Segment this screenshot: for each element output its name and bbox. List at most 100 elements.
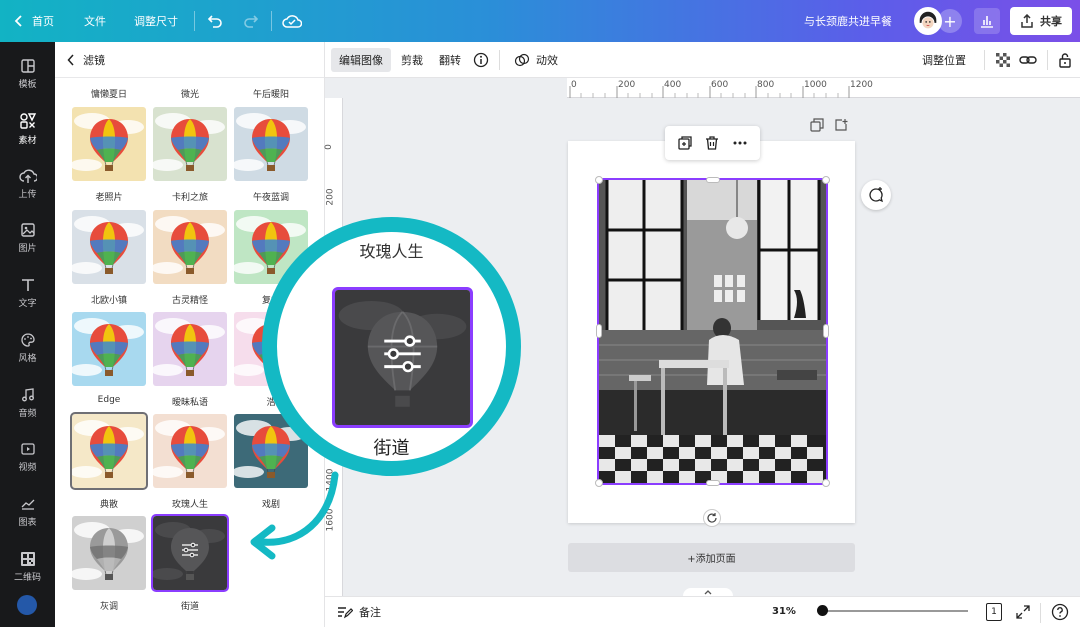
filter-label: 玫瑰人生 (171, 500, 208, 510)
magnified-filter-label-above: 玫瑰人生 (359, 242, 424, 261)
filter-item[interactable]: 老照片 (72, 107, 146, 203)
file-menu[interactable]: 文件 (74, 0, 116, 42)
text-icon (21, 279, 34, 291)
animate-button[interactable]: 动效 (506, 48, 566, 72)
filter-thumbnail[interactable] (151, 514, 229, 592)
redo-button[interactable] (237, 7, 265, 35)
nav-item-elements[interactable]: 素材 (0, 104, 55, 154)
user-avatar-icon (916, 9, 940, 33)
filter-thumbnail[interactable] (70, 412, 148, 490)
link-icon (1019, 56, 1037, 64)
filter-thumbnail[interactable] (153, 107, 227, 181)
resize-menu[interactable]: 调整尺寸 (124, 0, 188, 42)
cafe-photo[interactable] (597, 178, 828, 485)
resize-handle[interactable] (595, 176, 603, 184)
notes-button[interactable]: 备注 (337, 604, 381, 620)
balloon-image (153, 414, 227, 488)
filter-item[interactable]: 古灵精怪 (153, 210, 227, 306)
nav-item-photos[interactable]: 图片 (0, 213, 55, 263)
nav-item-charts[interactable]: 图表 (0, 487, 55, 537)
left-nav: 模板 素材 上传 图片 文字 风格 音频 视频 图表 二维码 (0, 42, 55, 627)
element-quick-actions (665, 126, 760, 160)
balloon-image (72, 210, 146, 284)
info-button[interactable] (469, 48, 493, 72)
resize-handle[interactable] (822, 176, 830, 184)
help-button[interactable] (1051, 603, 1069, 624)
filter-item[interactable]: 玫瑰人生 (153, 414, 227, 510)
position-button[interactable]: 调整位置 (914, 48, 974, 72)
page-count-button[interactable]: 1 (986, 603, 1002, 621)
add-page-icon[interactable] (834, 118, 848, 132)
resize-handle[interactable] (595, 479, 603, 487)
lock-button[interactable] (1054, 48, 1080, 72)
crop-button[interactable]: 剪裁 (393, 48, 431, 72)
nav-item-audio[interactable]: 音频 (0, 378, 55, 428)
filter-thumbnail[interactable] (72, 312, 146, 386)
zoom-level[interactable]: 31% (772, 606, 796, 617)
ruler-label: 0 (571, 80, 577, 90)
nav-label: 上传 (18, 190, 37, 200)
filter-thumbnail[interactable] (234, 107, 308, 181)
chart-icon (21, 499, 34, 510)
resize-handle[interactable] (706, 480, 720, 486)
nav-item-templates[interactable]: 模板 (0, 49, 55, 99)
nav-item-text[interactable]: 文字 (0, 268, 55, 318)
magic-comment-button[interactable] (861, 180, 891, 210)
trash-icon[interactable] (704, 135, 720, 151)
edit-image-button[interactable]: 编辑图像 (331, 47, 391, 72)
panel-header[interactable]: 滤镜 (55, 42, 324, 78)
notes-icon (338, 607, 353, 619)
duplicate-page-icon[interactable] (810, 118, 824, 132)
zoom-slider-handle[interactable] (817, 605, 828, 616)
filter-item[interactable]: 街道 (151, 514, 229, 612)
unlock-icon (1059, 53, 1071, 68)
resize-handle[interactable] (706, 177, 720, 183)
brand-avatar[interactable] (17, 595, 37, 615)
filter-item[interactable]: 卡利之旅 (153, 107, 227, 203)
filter-item[interactable]: 灰调 (72, 516, 146, 612)
balloon-image (153, 210, 227, 284)
filter-thumbnail[interactable] (153, 210, 227, 284)
add-page-button[interactable]: +添加页面 (568, 543, 855, 572)
fullscreen-button[interactable] (1015, 604, 1031, 623)
filter-label: 午后暖阳 (252, 90, 289, 100)
link-button[interactable] (1015, 48, 1041, 72)
filter-item[interactable]: 典散 (70, 412, 148, 510)
add-collaborator-button[interactable]: + (938, 9, 962, 33)
resize-handle[interactable] (822, 479, 830, 487)
resize-handle[interactable] (596, 324, 602, 338)
filter-item[interactable]: 暧昧私语 (153, 312, 227, 408)
nav-item-video[interactable]: 视频 (0, 432, 55, 482)
more-icon[interactable] (732, 135, 748, 151)
filter-thumbnail[interactable] (72, 516, 146, 590)
undo-button[interactable] (201, 7, 229, 35)
filter-item[interactable]: 北欧小镇 (72, 210, 146, 306)
zoom-slider-track[interactable] (822, 610, 968, 612)
filter-thumbnail[interactable] (153, 414, 227, 488)
plus-icon: + (943, 11, 957, 31)
flip-button[interactable]: 翻转 (431, 48, 469, 72)
filter-item[interactable]: 午夜蓝调 (234, 107, 308, 203)
magnified-filter-label: 街道 (373, 438, 410, 459)
resize-handle[interactable] (823, 324, 829, 338)
template-icon (20, 59, 35, 73)
filter-thumbnail[interactable] (72, 107, 146, 181)
nav-item-qrcode[interactable]: 二维码 (0, 542, 55, 592)
share-button[interactable]: 共享 (1010, 7, 1072, 35)
filter-thumbnail[interactable] (72, 210, 146, 284)
home-button[interactable]: 首页 (0, 0, 64, 42)
nav-label: 风格 (18, 354, 37, 364)
ruler-label: 200 (618, 80, 636, 90)
transparency-button[interactable] (991, 48, 1015, 72)
duplicate-icon[interactable] (677, 135, 693, 151)
insights-button[interactable] (974, 8, 1000, 34)
nav-item-styles[interactable]: 风格 (0, 323, 55, 373)
cloud-save-button[interactable] (278, 7, 306, 35)
chevron-up-icon (704, 590, 712, 595)
nav-item-uploads[interactable]: 上传 (0, 159, 55, 209)
rotate-handle[interactable] (703, 509, 721, 527)
doc-title[interactable]: 与长颈鹿共进早餐 (794, 0, 902, 42)
filter-thumbnail[interactable] (153, 312, 227, 386)
filter-item[interactable]: Edge (72, 312, 146, 407)
filter-label: 微光 (180, 90, 199, 100)
